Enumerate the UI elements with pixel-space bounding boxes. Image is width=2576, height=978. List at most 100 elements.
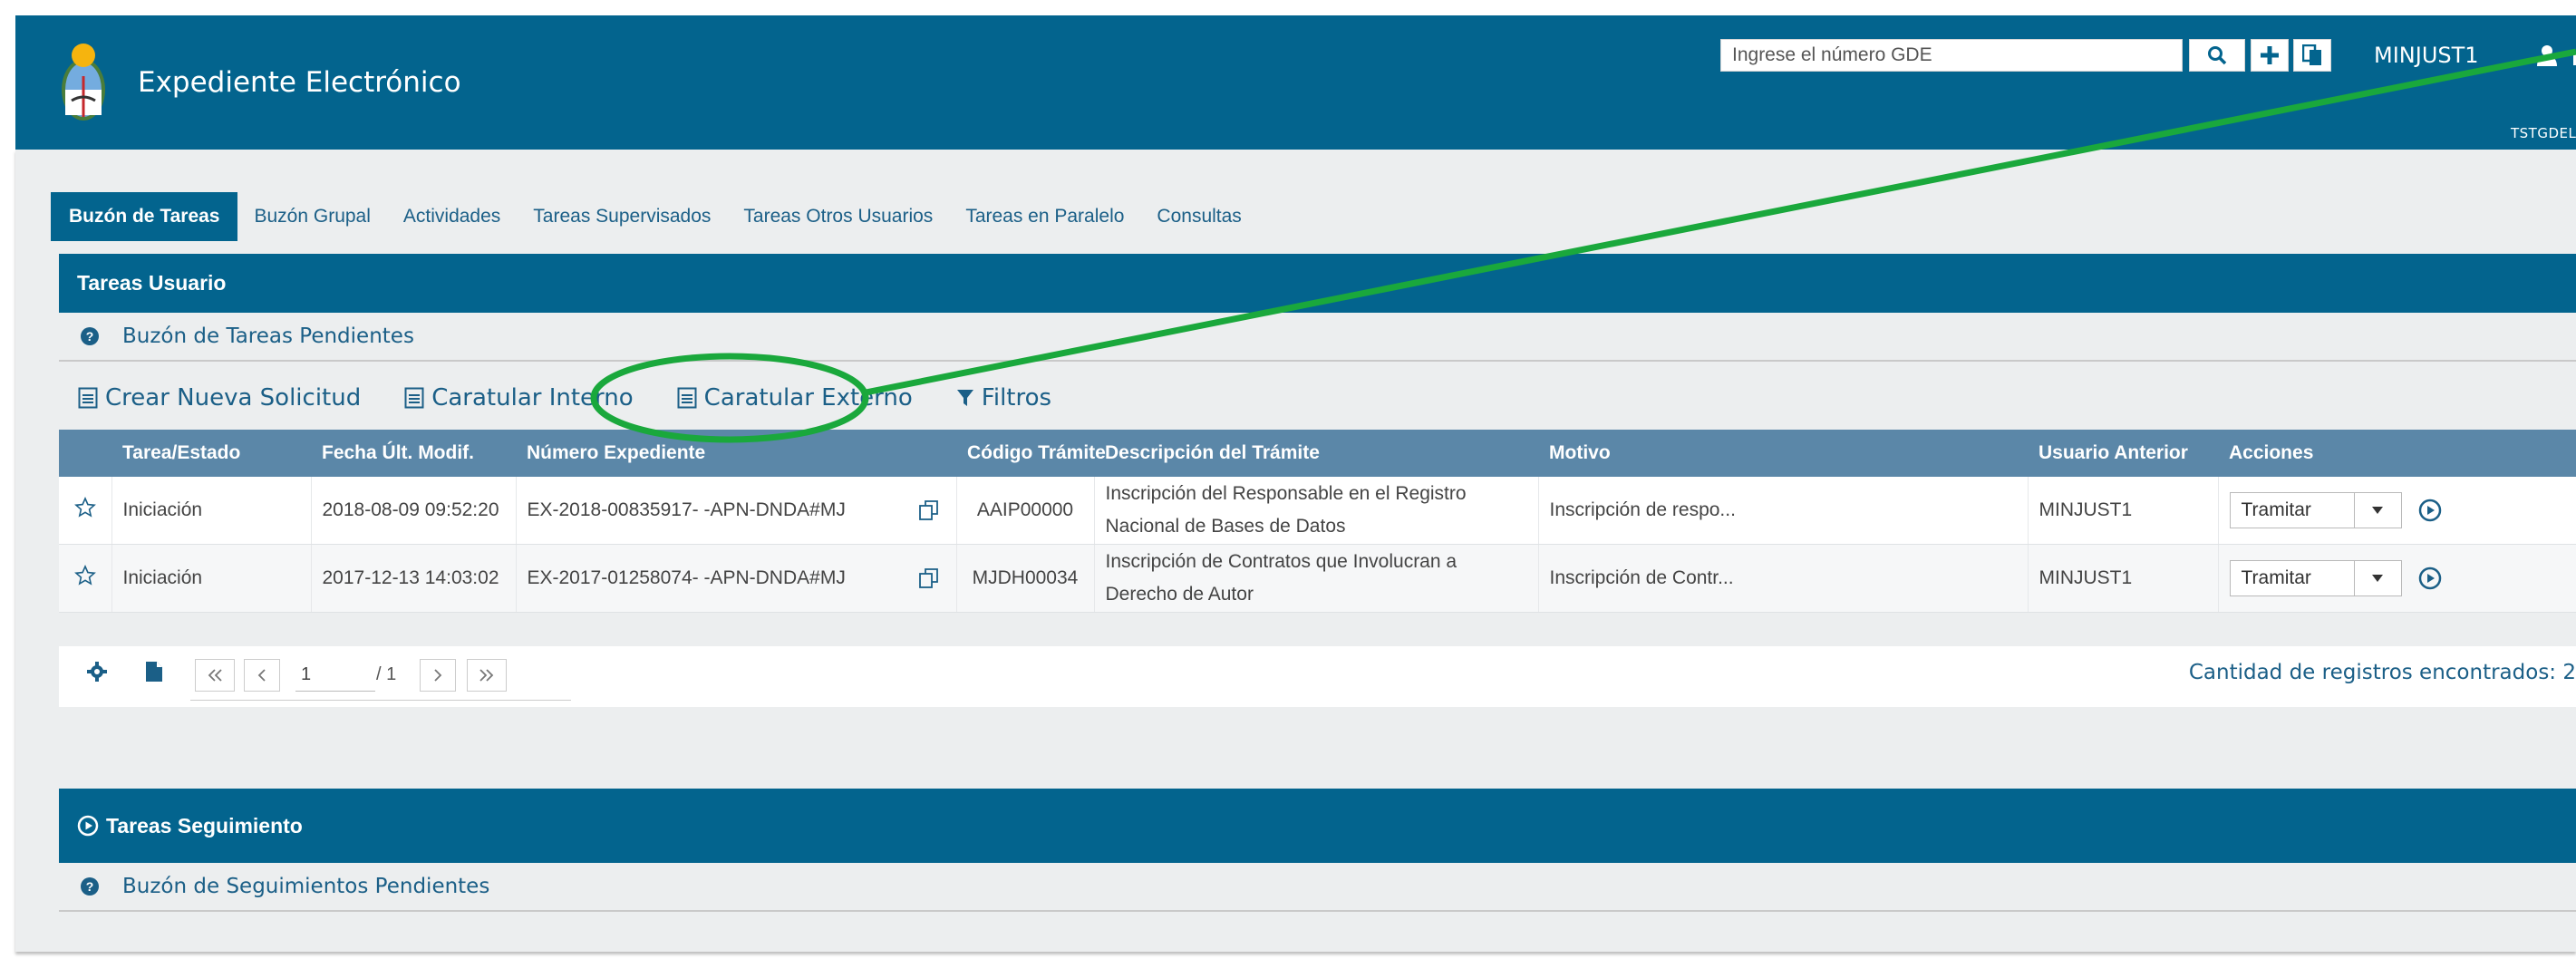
expediente-number: EX-2018-00835917- -APN-DNDA#MJ [527, 499, 846, 520]
tramitar-dropdown-button[interactable] [2354, 560, 2402, 596]
user-icon[interactable] [2536, 44, 2558, 66]
tramitar-select[interactable]: Tramitar [2229, 492, 2355, 528]
column-header-acciones: Acciones [2218, 430, 2576, 477]
fecha-cell: 2017-12-13 14:03:02 [310, 544, 516, 613]
column-header-descripcion[interactable]: Descripción del Trámite [1094, 430, 1538, 477]
tareas-seguimiento-title: Tareas Seguimiento [106, 813, 303, 838]
column-header-fecha[interactable]: Fecha Últ. Modif. [311, 430, 516, 477]
column-header-codigo-tramite[interactable]: Código Trámite [956, 430, 1106, 477]
column-header-motivo[interactable]: Motivo [1538, 430, 2028, 477]
favorite-star-cell[interactable] [59, 544, 111, 613]
page-total: / 1 [376, 664, 397, 684]
main-tabs: Buzón de Tareas Buzón Grupal Actividades… [51, 192, 1258, 241]
page-number-input[interactable] [295, 659, 375, 692]
chevron-right-icon [434, 669, 442, 682]
expediente-number: EX-2017-01258074- -APN-DNDA#MJ [527, 567, 846, 588]
tramitar-select[interactable]: Tramitar [2229, 560, 2355, 596]
descripcion-line-2: Nacional de Bases de Datos [1105, 516, 1346, 537]
crear-nueva-solicitud-link[interactable]: Crear Nueva Solicitud [78, 384, 361, 412]
buzon-tareas-pendientes-label: Buzón de Tareas Pendientes [122, 324, 414, 348]
previous-page-button[interactable] [244, 659, 280, 692]
buzon-seguimientos-subheader[interactable]: ? Buzón de Seguimientos Pendientes [59, 863, 2576, 912]
fecha-cell: 2018-08-09 09:52:20 [310, 477, 516, 545]
filtros-link[interactable]: Filtros [956, 384, 1051, 412]
tab-consultas[interactable]: Consultas [1140, 192, 1257, 241]
document-icon [677, 387, 697, 409]
column-header-usuario-anterior[interactable]: Usuario Anterior [2028, 430, 2218, 477]
buzon-seguimientos-label: Buzón de Seguimientos Pendientes [122, 875, 490, 898]
usuario-anterior-cell: MINJUST1 [2027, 477, 2218, 545]
play-circle-icon[interactable] [2418, 499, 2442, 522]
play-circle-icon [77, 815, 99, 837]
caratular-externo-link[interactable]: Caratular Externo [677, 384, 913, 412]
next-page-button[interactable] [420, 659, 456, 692]
usuario-anterior-cell: MINJUST1 [2027, 544, 2218, 613]
column-header-tarea-estado[interactable]: Tarea/Estado [111, 430, 311, 477]
question-circle-icon: ? [81, 327, 99, 345]
add-button[interactable] [2251, 39, 2289, 72]
tab-tareas-supervisados[interactable]: Tareas Supervisados [517, 192, 727, 241]
codigo-cell: MJDH00034 [955, 544, 1094, 613]
argentina-coat-of-arms-logo [62, 44, 105, 121]
plus-icon [2261, 46, 2279, 64]
expediente-cell: EX-2018-00835917- -APN-DNDA#MJ [515, 477, 956, 545]
descripcion-line-2: Derecho de Autor [1105, 584, 1254, 605]
app-title: Expediente Electrónico [138, 66, 461, 99]
caratular-externo-label: Caratular Externo [703, 384, 913, 412]
tab-buzon-grupal[interactable]: Buzón Grupal [237, 192, 386, 241]
tab-tareas-otros-usuarios[interactable]: Tareas Otros Usuarios [727, 192, 949, 241]
tab-buzon-de-tareas[interactable]: Buzón de Tareas [51, 192, 238, 241]
tareas-seguimiento-header[interactable]: Tareas Seguimiento [59, 789, 2576, 863]
table-pager: / 1 Cantidad de registros encontrados: 2 [59, 646, 2576, 707]
svg-text:?: ? [86, 329, 94, 344]
tab-actividades[interactable]: Actividades [387, 192, 517, 241]
column-header-numero-expediente[interactable]: Número Expediente [516, 430, 956, 477]
buzon-tareas-pendientes-subheader[interactable]: ? Buzón de Tareas Pendientes [59, 313, 2576, 362]
filter-icon [956, 390, 973, 406]
top-header: Expediente Electrónico MINJUST1 TSTGDELX… [15, 15, 2576, 150]
filtros-label: Filtros [981, 384, 1052, 412]
descripcion-cell: Inscripción del Responsable en el Regist… [1093, 477, 1538, 545]
export-file-icon[interactable] [145, 661, 163, 683]
documents-icon [2302, 44, 2321, 65]
double-chevron-right-icon [479, 669, 494, 682]
actions-bar: Crear Nueva Solicitud Caratular Interno … [78, 375, 1095, 421]
tramitar-dropdown-button[interactable] [2354, 492, 2402, 528]
gear-icon[interactable] [86, 661, 108, 683]
caratular-interno-link[interactable]: Caratular Interno [404, 384, 634, 412]
search-button[interactable] [2189, 39, 2245, 72]
tareas-usuario-header: Tareas Usuario [59, 254, 2576, 313]
table-row: Iniciación 2017-12-13 14:03:02 EX-2017-0… [59, 544, 2576, 613]
first-page-button[interactable] [195, 659, 235, 692]
last-page-button[interactable] [467, 659, 507, 692]
favorite-star-cell[interactable] [59, 477, 111, 545]
chevron-left-icon [257, 669, 266, 682]
descripcion-cell: Inscripción de Contratos que Involucran … [1093, 544, 1538, 613]
expediente-cell: EX-2017-01258074- -APN-DNDA#MJ [515, 544, 956, 613]
caratular-interno-label: Caratular Interno [431, 384, 634, 412]
codigo-cell: AAIP00000 [955, 477, 1094, 545]
documents-button[interactable] [2293, 39, 2331, 72]
motivo-cell: Inscripción de Contr... [1537, 544, 2028, 613]
document-icon [404, 387, 424, 409]
username[interactable]: MINJUST1 [2374, 43, 2479, 68]
copy-icon[interactable] [918, 567, 940, 589]
tab-tareas-en-paralelo[interactable]: Tareas en Paralelo [949, 192, 1140, 241]
svg-text:?: ? [86, 879, 94, 894]
table-row: Iniciación 2018-08-09 09:52:20 EX-2018-0… [59, 477, 2576, 545]
estado-cell: Iniciación [111, 544, 311, 613]
star-outline-icon [73, 565, 96, 586]
descripcion-line-1: Inscripción de Contratos que Involucran … [1105, 551, 1457, 572]
server-name: TSTGDELXAPPT13 [2511, 125, 2576, 141]
gde-number-search-input[interactable] [1720, 39, 2183, 72]
acciones-cell: Tramitar [2217, 477, 2576, 545]
pager-divider [190, 700, 571, 701]
column-header-star [59, 430, 111, 477]
motivo-cell: Inscripción de respo... [1537, 477, 2028, 545]
play-circle-icon[interactable] [2418, 566, 2442, 590]
records-count: Cantidad de registros encontrados: 2 [2188, 661, 2576, 684]
descripcion-line-1: Inscripción del Responsable en el Regist… [1105, 483, 1467, 504]
tareas-usuario-title: Tareas Usuario [77, 271, 227, 295]
table-header-row: Tarea/Estado Fecha Últ. Modif. Número Ex… [59, 430, 2576, 477]
copy-icon[interactable] [918, 499, 940, 521]
